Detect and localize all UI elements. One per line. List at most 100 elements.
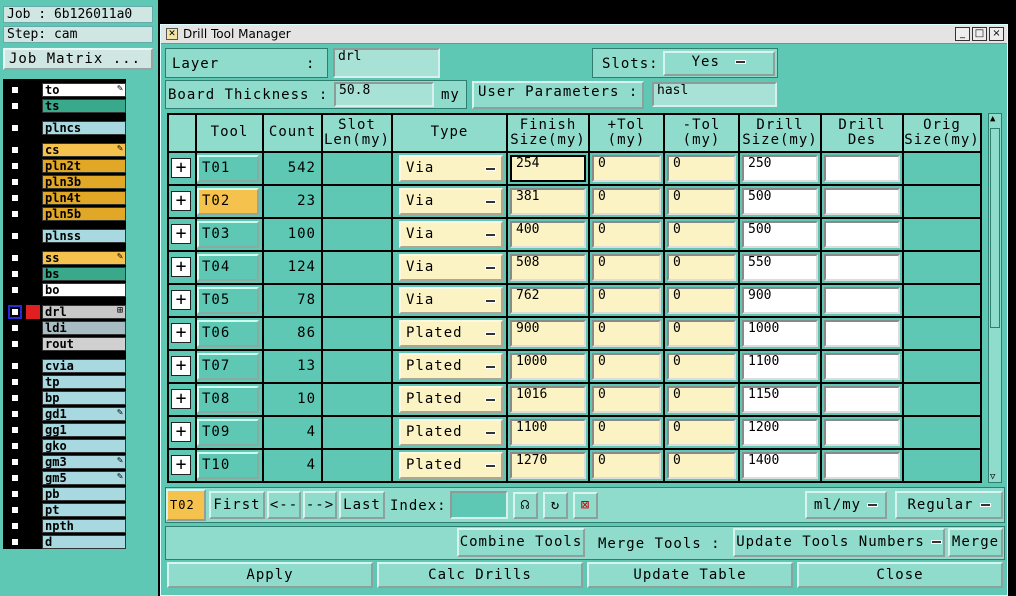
drill-size-input[interactable]: 1100	[742, 353, 818, 380]
expand-row-icon[interactable]: +	[171, 422, 191, 442]
last-button[interactable]: Last	[339, 491, 385, 519]
expand-row-icon[interactable]: +	[171, 455, 191, 475]
layer-input[interactable]: drl	[333, 48, 440, 78]
apply-button[interactable]: Apply	[167, 562, 373, 588]
tool-button[interactable]: T06	[197, 320, 259, 347]
layer-row[interactable]: drl ⊞	[5, 305, 126, 319]
layer-row[interactable]: rout	[5, 337, 126, 351]
layer-name[interactable]: pln3b	[42, 175, 126, 189]
units-dropdown[interactable]: ml/my	[805, 491, 887, 519]
next-button[interactable]: -->	[303, 491, 337, 519]
layer-name[interactable]: drl	[42, 305, 126, 319]
layer-checkbox[interactable]	[10, 505, 20, 515]
type-dropdown[interactable]: Plated	[399, 386, 503, 413]
layer-name[interactable]: bo	[42, 283, 126, 297]
layer-checkbox[interactable]	[10, 209, 20, 219]
layer-row[interactable]: cvia	[5, 359, 126, 373]
drill-size-input[interactable]: 1150	[742, 386, 818, 413]
drill-size-input[interactable]: 1000	[742, 320, 818, 347]
layer-name[interactable]: pln5b	[42, 207, 126, 221]
layer-name[interactable]: pb	[42, 487, 126, 501]
layer-name[interactable]: to	[42, 83, 126, 97]
tool-button[interactable]: T10	[197, 452, 259, 479]
layer-row[interactable]: gko	[5, 439, 126, 453]
layer-checkbox[interactable]	[10, 323, 20, 333]
layer-name[interactable]: bp	[42, 391, 126, 405]
layer-checkbox[interactable]	[10, 177, 20, 187]
close-button[interactable]: Close	[797, 562, 1003, 588]
type-dropdown[interactable]: Plated	[399, 353, 503, 380]
drill-size-input[interactable]: 900	[742, 287, 818, 314]
layer-name[interactable]: d	[42, 535, 126, 549]
drill-des-input[interactable]	[824, 254, 900, 281]
layer-checkbox[interactable]	[10, 269, 20, 279]
type-dropdown[interactable]: Via	[399, 188, 503, 215]
expand-row-icon[interactable]: +	[171, 389, 191, 409]
layer-row[interactable]: ts	[5, 99, 126, 113]
layer-checkbox[interactable]	[10, 231, 20, 241]
layer-name[interactable]: cvia	[42, 359, 126, 373]
minus-tol-input[interactable]: 0	[667, 254, 736, 281]
index-input[interactable]	[450, 491, 508, 519]
user-parameters-input[interactable]: hasl	[652, 82, 777, 107]
scrollbar-thumb[interactable]	[990, 128, 1000, 328]
minus-tol-input[interactable]: 0	[667, 419, 736, 446]
tool-button[interactable]: T09	[197, 419, 259, 446]
layer-row[interactable]: ss ✎	[5, 251, 126, 265]
tool-button[interactable]: T03	[197, 221, 259, 248]
layer-row[interactable]: plncs	[5, 121, 126, 135]
type-dropdown[interactable]: Plated	[399, 419, 503, 446]
drill-des-input[interactable]	[824, 188, 900, 215]
drill-size-input[interactable]: 500	[742, 221, 818, 248]
drill-size-input[interactable]: 1400	[742, 452, 818, 479]
layer-checkbox[interactable]	[10, 123, 20, 133]
layer-checkbox[interactable]	[10, 285, 20, 295]
layer-checkbox[interactable]	[10, 425, 20, 435]
plus-tol-input[interactable]: 0	[592, 155, 661, 182]
expand-row-icon[interactable]: +	[171, 191, 191, 211]
layer-checkbox[interactable]	[10, 193, 20, 203]
drill-des-input[interactable]	[824, 452, 900, 479]
drill-size-input[interactable]: 250	[742, 155, 818, 182]
calc-drills-button[interactable]: Calc Drills	[377, 562, 583, 588]
update-table-button[interactable]: Update Table	[587, 562, 793, 588]
layer-name[interactable]: gko	[42, 439, 126, 453]
layer-name[interactable]: ldi	[42, 321, 126, 335]
minus-tol-input[interactable]: 0	[667, 221, 736, 248]
finish-size-input[interactable]: 1000	[510, 353, 586, 380]
layer-row[interactable]: ldi	[5, 321, 126, 335]
layer-row[interactable]: pln5b	[5, 207, 126, 221]
layer-name[interactable]: bs	[42, 267, 126, 281]
layer-checkbox[interactable]	[10, 161, 20, 171]
minus-tol-input[interactable]: 0	[667, 188, 736, 215]
layer-row[interactable]: gm3 ✎	[5, 455, 126, 469]
drill-des-input[interactable]	[824, 353, 900, 380]
type-dropdown[interactable]: Via	[399, 254, 503, 281]
layer-row[interactable]: bs	[5, 267, 126, 281]
plus-tol-input[interactable]: 0	[592, 221, 661, 248]
layer-name[interactable]: gg1	[42, 423, 126, 437]
type-dropdown[interactable]: Via	[399, 155, 503, 182]
plus-tol-input[interactable]: 0	[592, 254, 661, 281]
layer-row[interactable]: pb	[5, 487, 126, 501]
expand-row-icon[interactable]: +	[171, 158, 191, 178]
drill-des-input[interactable]	[824, 155, 900, 182]
expand-row-icon[interactable]: +	[171, 224, 191, 244]
layer-checkbox[interactable]	[10, 361, 20, 371]
job-matrix-button[interactable]: Job Matrix ...	[3, 48, 153, 70]
layer-checkbox[interactable]	[10, 101, 20, 111]
finish-size-input[interactable]: 762	[510, 287, 586, 314]
layer-checkbox[interactable]	[10, 489, 20, 499]
finish-size-input[interactable]: 900	[510, 320, 586, 347]
layer-row[interactable]: gg1	[5, 423, 126, 437]
layer-name[interactable]: tp	[42, 375, 126, 389]
plus-tol-input[interactable]: 0	[592, 419, 661, 446]
finish-size-input[interactable]: 381	[510, 188, 586, 215]
plus-tol-input[interactable]: 0	[592, 452, 661, 479]
layer-row[interactable]: tp	[5, 375, 126, 389]
minimize-button[interactable]: _	[955, 27, 970, 41]
expand-row-icon[interactable]: +	[171, 290, 191, 310]
drill-des-input[interactable]	[824, 287, 900, 314]
mode-dropdown[interactable]: Regular	[895, 491, 1003, 519]
layer-row[interactable]: pln3b	[5, 175, 126, 189]
